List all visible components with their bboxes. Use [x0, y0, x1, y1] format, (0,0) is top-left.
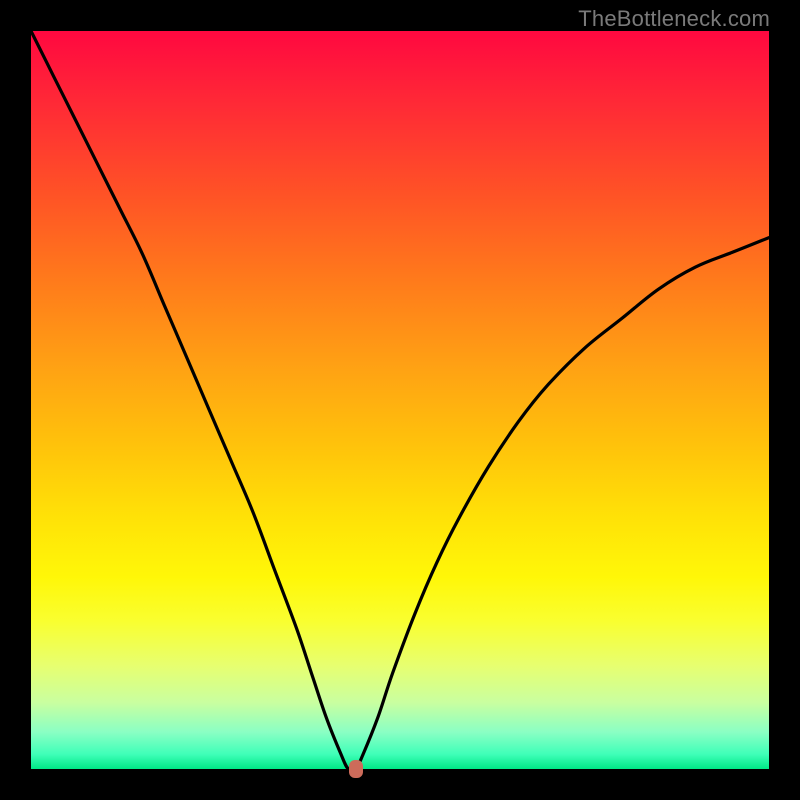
bottleneck-curve — [31, 31, 769, 769]
curve-svg — [31, 31, 769, 769]
chart-frame: TheBottleneck.com — [0, 0, 800, 800]
watermark-text: TheBottleneck.com — [578, 6, 770, 32]
plot-area — [31, 31, 769, 769]
target-marker — [349, 760, 363, 778]
